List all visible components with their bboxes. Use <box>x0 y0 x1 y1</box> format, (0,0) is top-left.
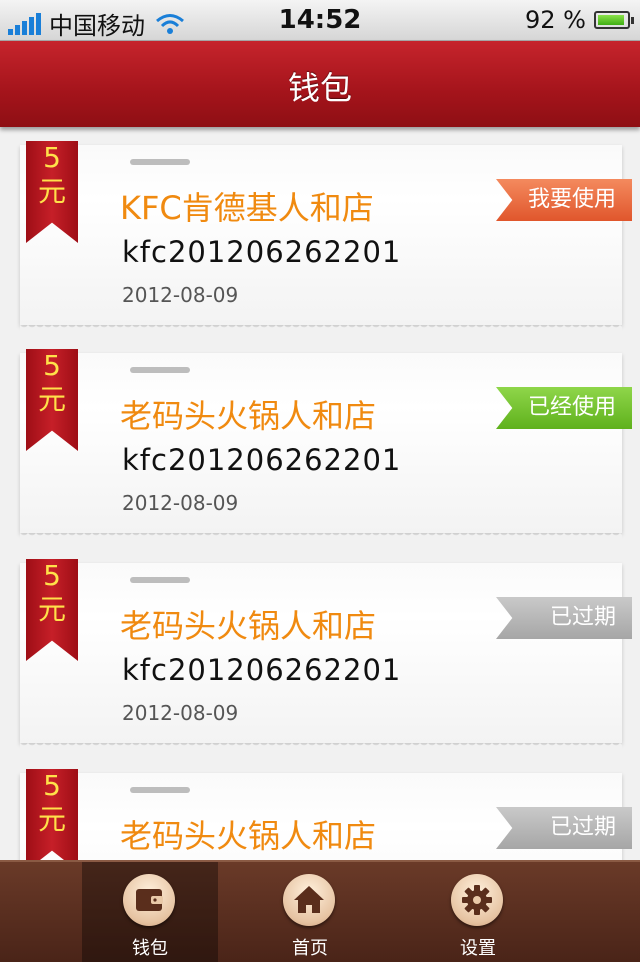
home-icon <box>283 874 335 926</box>
wallet-icon <box>123 874 175 926</box>
amount-ribbon: 5 元 <box>26 141 78 243</box>
navigation-bar: 钱包 <box>0 41 640 127</box>
coupon-amount: 5 <box>43 349 61 382</box>
coupon-unit: 元 <box>37 803 66 836</box>
battery-percentage: 92 % <box>525 6 586 34</box>
coupon-unit: 元 <box>37 593 66 626</box>
amount-ribbon: 5 元 <box>26 559 78 661</box>
battery-icon <box>594 11 634 29</box>
tab-wallet[interactable]: 钱包 <box>82 862 218 962</box>
coupon-card[interactable]: 5 元 老码头火锅人和店 kfc201206262201 2012-08-09 … <box>20 559 632 749</box>
tab-label: 设置 <box>460 938 496 959</box>
coupon-card[interactable]: 5 元 老码头火锅人和店 kfc201206262201 2012-08-09 … <box>20 349 632 539</box>
coupon-date: 2012-08-09 <box>122 491 239 515</box>
coupon-code: kfc201206262201 <box>122 653 402 687</box>
tab-label: 钱包 <box>132 938 168 959</box>
tab-settings[interactable]: 设置 <box>410 862 546 962</box>
coupon-code: kfc201206262201 <box>122 443 402 477</box>
amount-ribbon: 5 元 <box>26 769 78 860</box>
coupon-amount: 5 <box>43 769 61 802</box>
status-badge-expired: 已过期 <box>496 807 632 849</box>
amount-ribbon: 5 元 <box>26 349 78 451</box>
coupon-unit: 元 <box>37 175 66 208</box>
page-title: 钱包 <box>287 69 352 107</box>
coupon-card[interactable]: 5 元 KFC肯德基人和店 kfc201206262201 2012-08-09… <box>20 141 632 331</box>
card-tab-decoration <box>130 577 190 583</box>
coupon-card[interactable]: 5 元 老码头火锅人和店 kfc201206262201 2012-08-09 … <box>20 769 632 860</box>
coupon-list[interactable]: 5 元 KFC肯德基人和店 kfc201206262201 2012-08-09… <box>0 127 640 860</box>
card-tab-decoration <box>130 787 190 793</box>
status-badge-used: 已经使用 <box>496 387 632 429</box>
coupon-amount: 5 <box>43 559 61 592</box>
coupon-unit: 元 <box>37 383 66 416</box>
coupon-date: 2012-08-09 <box>122 701 239 725</box>
shop-name: 老码头火锅人和店 <box>120 397 377 435</box>
status-bar: 中国移动 14:52 92 % <box>0 0 640 41</box>
use-coupon-button[interactable]: 我要使用 <box>496 179 632 221</box>
card-tab-decoration <box>130 367 190 373</box>
coupon-date: 2012-08-09 <box>122 283 239 307</box>
shop-name: KFC肯德基人和店 <box>120 189 374 227</box>
coupon-code: kfc201206262201 <box>122 235 402 269</box>
status-badge-expired: 已过期 <box>496 597 632 639</box>
gear-icon <box>451 874 503 926</box>
card-tab-decoration <box>130 159 190 165</box>
shop-name: 老码头火锅人和店 <box>120 607 377 645</box>
tab-home[interactable]: 首页 <box>242 862 378 962</box>
shop-name: 老码头火锅人和店 <box>120 817 377 855</box>
coupon-amount: 5 <box>43 141 61 174</box>
tab-bar: 钱包 首页 设置 <box>0 860 640 962</box>
tab-label: 首页 <box>292 938 328 959</box>
